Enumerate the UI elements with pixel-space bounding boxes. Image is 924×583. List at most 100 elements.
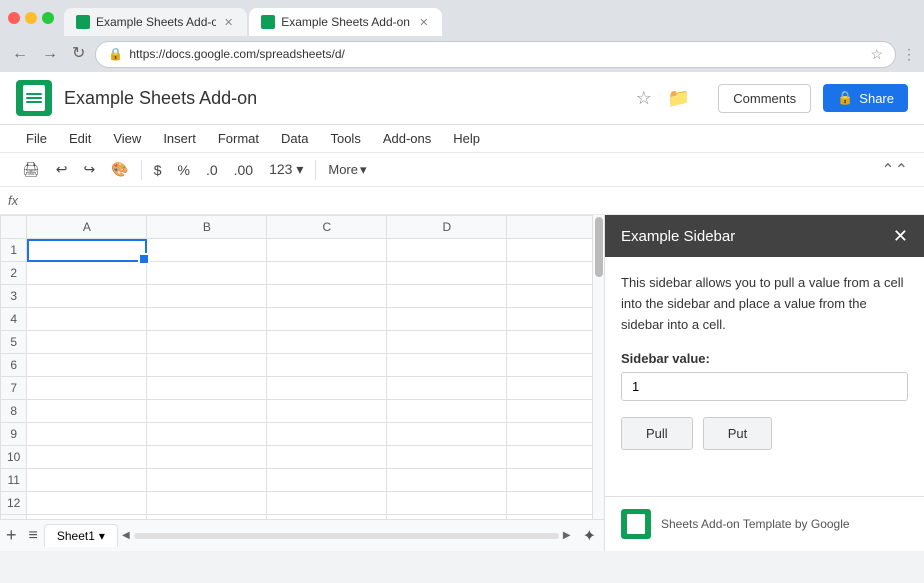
h-scroll-prev[interactable]: ◀ [122, 530, 130, 541]
menu-addons[interactable]: Add-ons [373, 127, 441, 150]
menu-data[interactable]: Data [271, 127, 318, 150]
cell-C12[interactable] [267, 492, 387, 515]
cell-B7[interactable] [147, 377, 267, 400]
bookmark-icon[interactable]: ☆ [870, 46, 883, 63]
cell-B4[interactable] [147, 308, 267, 331]
minimize-button[interactable] [25, 12, 37, 24]
cell-E5[interactable] [507, 331, 592, 354]
cell-C5[interactable] [267, 331, 387, 354]
cell-D7[interactable] [387, 377, 507, 400]
cell-B1[interactable] [147, 239, 267, 262]
cell-B9[interactable] [147, 423, 267, 446]
star-icon[interactable]: ☆ [636, 88, 652, 109]
scrollbar-thumb[interactable] [595, 217, 603, 277]
cell-A3[interactable] [27, 285, 147, 308]
h-scroll-track[interactable] [134, 533, 559, 539]
pull-button[interactable]: Pull [621, 417, 693, 450]
cell-A6[interactable] [27, 354, 147, 377]
cell-C9[interactable] [267, 423, 387, 446]
share-button[interactable]: 🔒 Share [823, 84, 908, 112]
h-scroll-next[interactable]: ▶ [563, 530, 571, 541]
cell-A7[interactable] [27, 377, 147, 400]
cell-E1[interactable] [507, 239, 592, 262]
cell-A12[interactable] [27, 492, 147, 515]
cell-D1[interactable] [387, 239, 507, 262]
vertical-scrollbar[interactable] [592, 215, 604, 519]
cell-E9[interactable] [507, 423, 592, 446]
undo-button[interactable]: ↩ [50, 157, 74, 182]
cell-E8[interactable] [507, 400, 592, 423]
back-button[interactable]: ← [8, 44, 32, 64]
forward-button[interactable]: → [38, 44, 62, 64]
menu-insert[interactable]: Insert [153, 127, 206, 150]
cell-B6[interactable] [147, 354, 267, 377]
cell-D6[interactable] [387, 354, 507, 377]
col-header-B[interactable]: B [147, 216, 267, 239]
cell-C4[interactable] [267, 308, 387, 331]
cell-A11[interactable] [27, 469, 147, 492]
cell-D5[interactable] [387, 331, 507, 354]
format-button[interactable]: 123 ▾ [263, 157, 309, 182]
cell-B2[interactable] [147, 262, 267, 285]
cell-C1[interactable] [267, 239, 387, 262]
comments-button[interactable]: Comments [718, 84, 811, 113]
cell-C11[interactable] [267, 469, 387, 492]
cell-A1[interactable] [27, 239, 147, 262]
cell-E12[interactable] [507, 492, 592, 515]
menu-format[interactable]: Format [208, 127, 269, 150]
col-header-D[interactable]: D [387, 216, 507, 239]
cell-A4[interactable] [27, 308, 147, 331]
menu-tools[interactable]: Tools [320, 127, 370, 150]
cell-A9[interactable] [27, 423, 147, 446]
col-header-A[interactable]: A [27, 216, 147, 239]
more-button[interactable]: More ▾ [322, 158, 372, 182]
cell-D10[interactable] [387, 446, 507, 469]
cell-E7[interactable] [507, 377, 592, 400]
dec-minus-button[interactable]: .0 [200, 158, 224, 182]
cell-C8[interactable] [267, 400, 387, 423]
cell-B12[interactable] [147, 492, 267, 515]
cell-E2[interactable] [507, 262, 592, 285]
cell-A5[interactable] [27, 331, 147, 354]
tab-1-close[interactable]: ✕ [222, 16, 235, 29]
cell-E6[interactable] [507, 354, 592, 377]
cell-C2[interactable] [267, 262, 387, 285]
tab-1[interactable]: Example Sheets Add-on ✕ [64, 8, 247, 36]
tab-2-close[interactable]: ✕ [417, 16, 430, 29]
menu-help[interactable]: Help [443, 127, 490, 150]
sheet-tab-arrow[interactable]: ▾ [99, 529, 105, 543]
cell-C3[interactable] [267, 285, 387, 308]
paint-format-button[interactable]: 🎨 [105, 157, 134, 182]
cell-D9[interactable] [387, 423, 507, 446]
cell-D8[interactable] [387, 400, 507, 423]
tab-2[interactable]: Example Sheets Add-on - Goo... ✕ [249, 8, 442, 36]
cell-C7[interactable] [267, 377, 387, 400]
extensions-icon[interactable]: ⋮ [902, 46, 916, 63]
cell-E11[interactable] [507, 469, 592, 492]
cell-D3[interactable] [387, 285, 507, 308]
cell-B3[interactable] [147, 285, 267, 308]
cell-D2[interactable] [387, 262, 507, 285]
cell-E10[interactable] [507, 446, 592, 469]
close-button[interactable] [8, 12, 20, 24]
redo-button[interactable]: ↪ [78, 157, 102, 182]
cell-B5[interactable] [147, 331, 267, 354]
address-bar[interactable]: 🔒 https://docs.google.com/spreadsheets/d… [95, 41, 896, 68]
cell-C10[interactable] [267, 446, 387, 469]
menu-file[interactable]: File [16, 127, 57, 150]
cell-D12[interactable] [387, 492, 507, 515]
currency-button[interactable]: $ [148, 158, 168, 182]
percent-button[interactable]: % [171, 158, 195, 182]
cell-A2[interactable] [27, 262, 147, 285]
formula-input[interactable] [26, 191, 916, 210]
explore-button[interactable]: ✦ [575, 526, 604, 546]
print-button[interactable]: 🖨 [16, 157, 46, 182]
maximize-button[interactable] [42, 12, 54, 24]
folder-icon[interactable]: 📁 [668, 88, 690, 109]
cell-C6[interactable] [267, 354, 387, 377]
put-button[interactable]: Put [703, 417, 773, 450]
refresh-button[interactable]: ↻ [68, 44, 89, 64]
cell-D11[interactable] [387, 469, 507, 492]
menu-edit[interactable]: Edit [59, 127, 101, 150]
cell-E4[interactable] [507, 308, 592, 331]
